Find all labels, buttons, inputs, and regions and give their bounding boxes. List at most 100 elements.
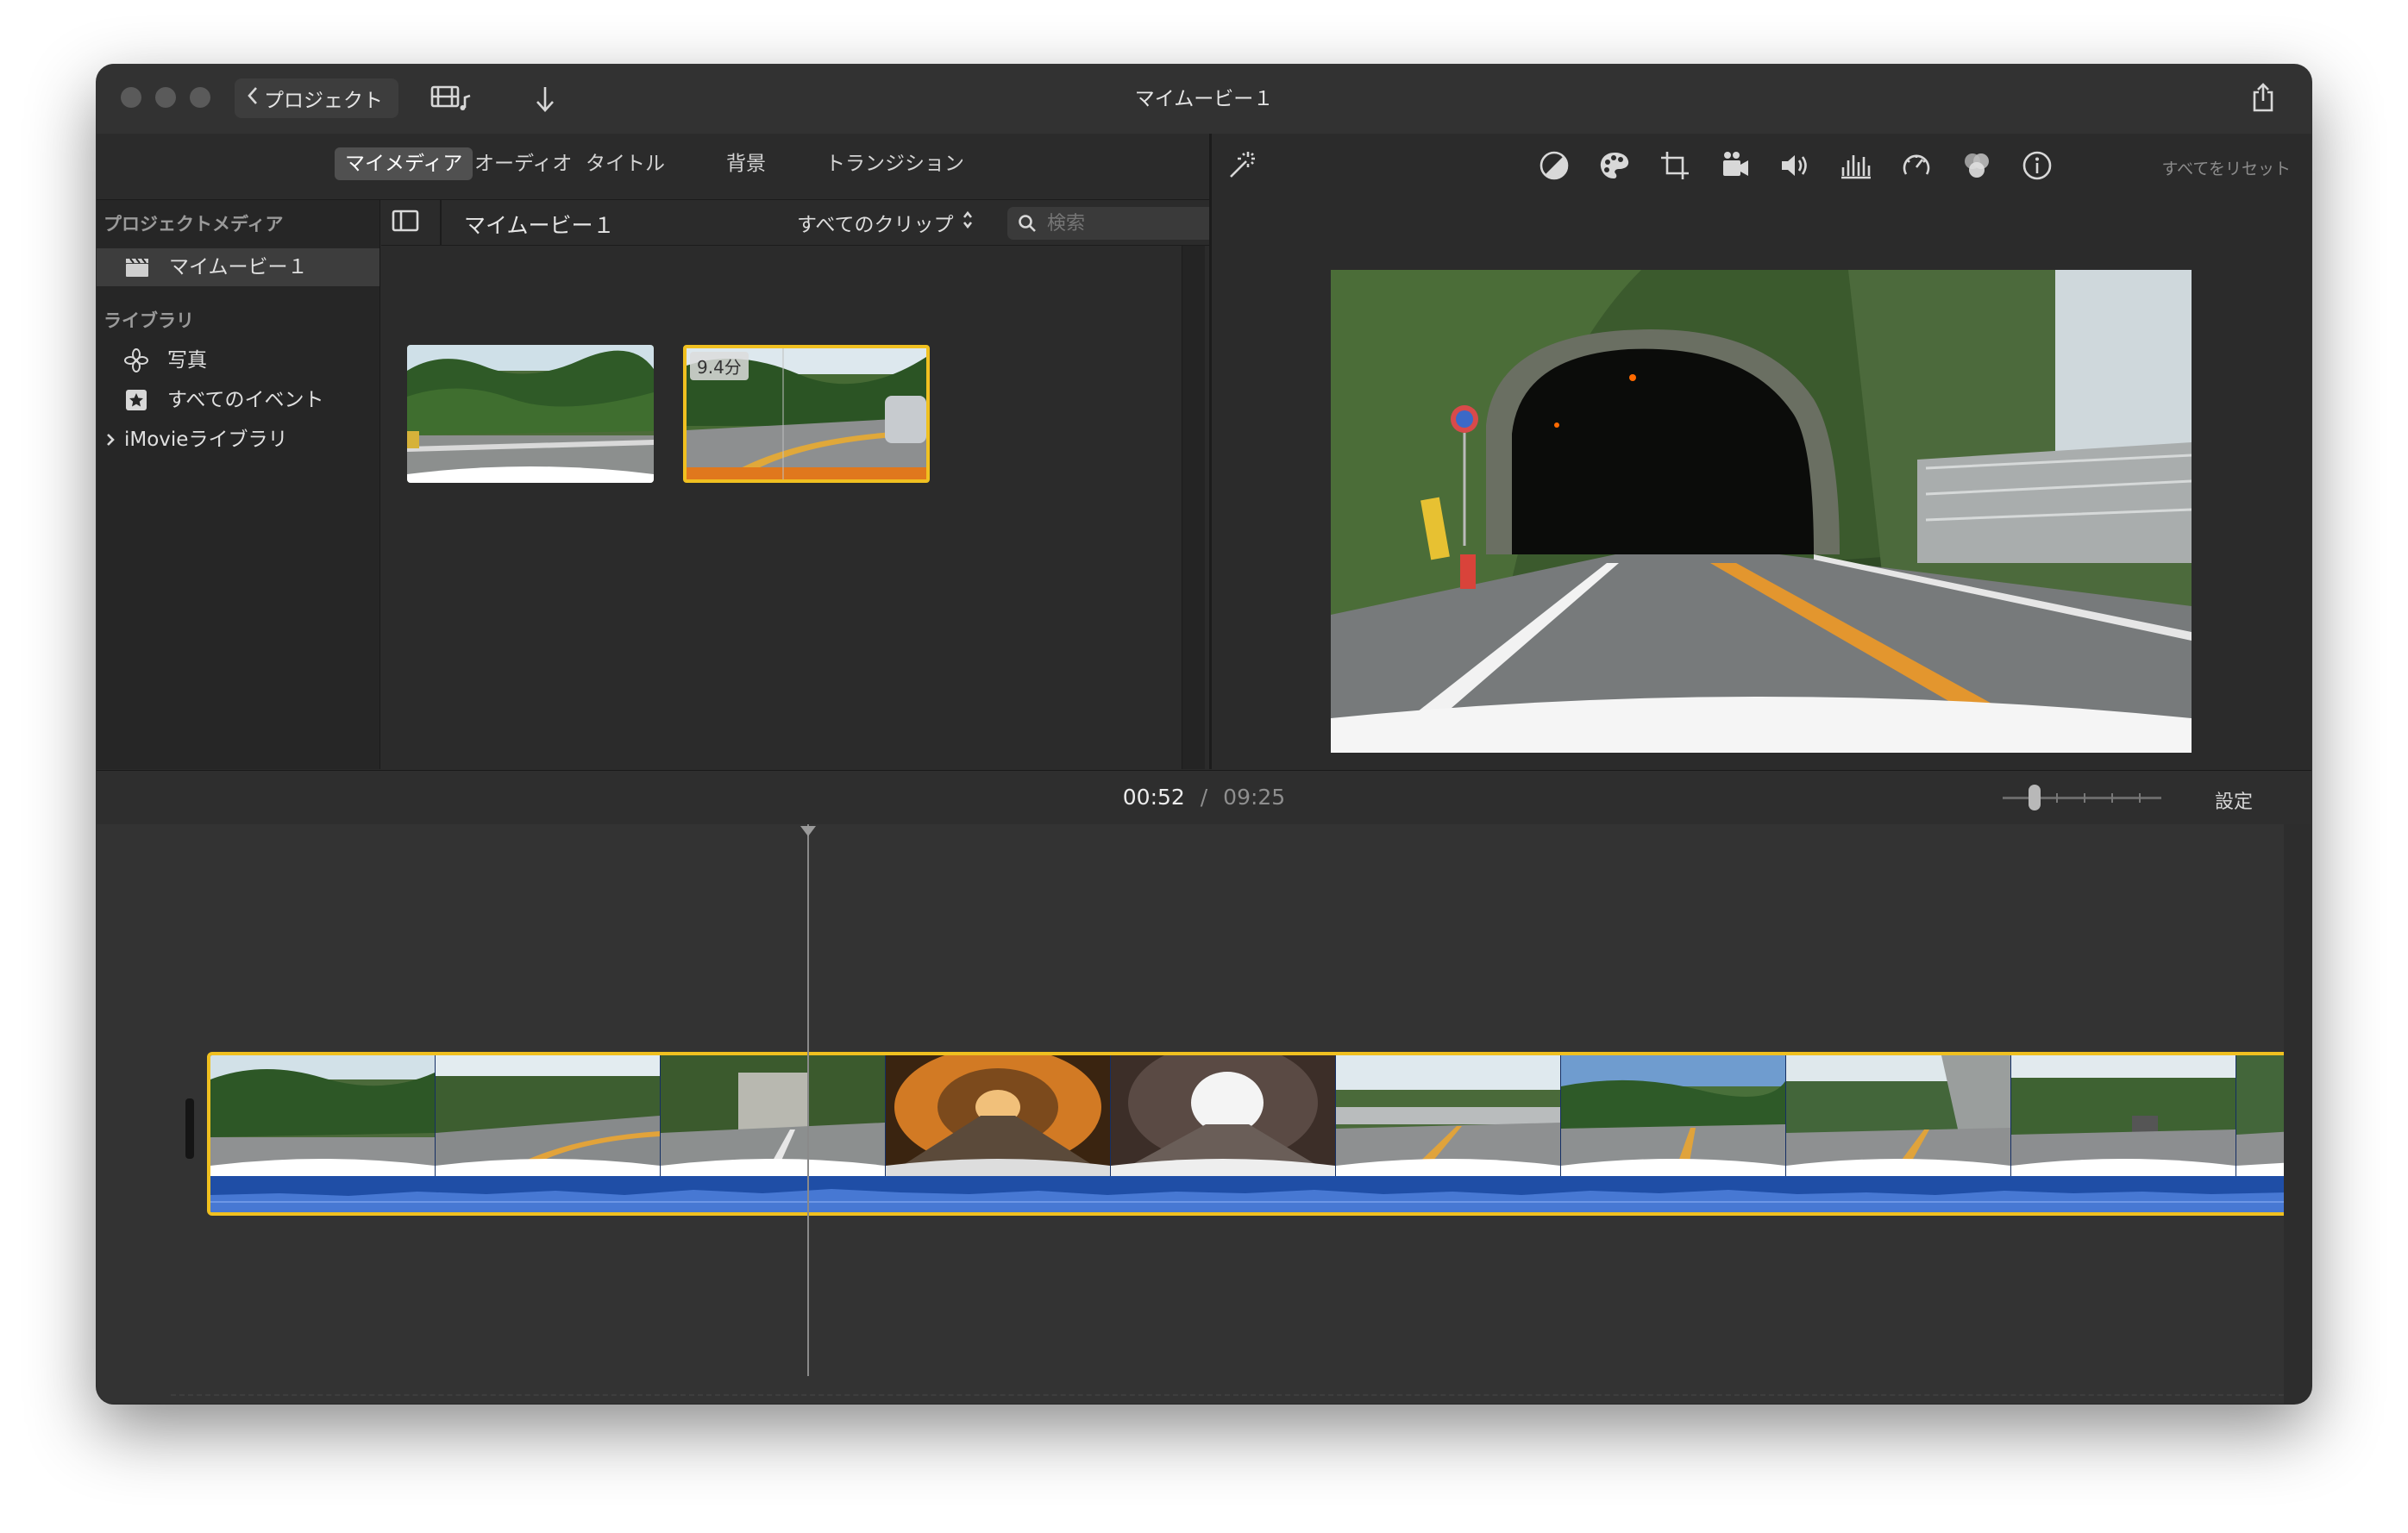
tab-titles[interactable]: タイトル [575,147,675,180]
library-sidebar: プロジェクトメディア マイムービー１ ライブラリ 写真 すべてのイベント iMo… [97,200,380,769]
current-time: 00:52 [1122,785,1185,810]
share-icon [2250,82,2276,116]
media-bar-divider [440,200,442,245]
sidebar-item-imovie-library[interactable]: iMovieライブラリ [97,421,379,459]
share-button[interactable] [2244,80,2282,118]
zoom-tick [2056,793,2058,803]
sidebar-item-photos[interactable]: 写真 [97,341,379,379]
filmstrip-frame [436,1055,661,1176]
tunnel-road-preview-image [1331,270,2192,753]
color-balance-button[interactable] [1536,149,1572,185]
disclosure-chevron-right-icon[interactable] [105,431,116,448]
playhead-marker[interactable] [800,826,816,836]
zoom-tick [2084,793,2085,803]
filmstrip-frame [886,1055,1111,1176]
video-camera-icon [1720,150,1751,185]
search-icon [1018,214,1037,233]
search-input[interactable] [1045,211,1221,235]
sidebar-item-project[interactable]: マイムービー１ [97,248,379,286]
sidebar-item-imovie-library-label: iMovieライブラリ [124,429,288,451]
filmstrip-frame [1786,1055,2011,1176]
search-field[interactable] [1007,207,1242,240]
clip-duration-badge: 9.4分 [690,352,749,380]
adjustments-toolbar: すべてをリセット [1212,134,2311,199]
up-down-chevron-icon [962,210,974,235]
timeline-settings-button[interactable]: 設定 [2215,786,2253,814]
clapperboard-icon [124,256,150,278]
filter-circles-icon [1961,150,1992,185]
filmstrip-frame [210,1055,436,1176]
speed-button[interactable] [1898,149,1935,185]
tab-audio[interactable]: オーディオ [464,147,582,180]
filmstrip-frame [661,1055,886,1176]
clip-info-button[interactable] [2019,149,2055,185]
volume-button[interactable] [1778,149,1814,185]
media-grid-scrollbar[interactable] [1182,246,1205,769]
media-title: マイムービー１ [464,213,615,238]
sidebar-toggle-icon [392,210,419,235]
palette-icon [1598,150,1631,185]
background-music-well[interactable] [171,1394,2292,1404]
timeline [97,824,2311,1404]
sidebar-toggle-button[interactable] [390,209,421,236]
video-preview[interactable] [1331,270,2192,753]
crop-button[interactable] [1657,149,1693,185]
filmstrip-frame [2236,1055,2287,1176]
sidebar-item-all-events-label: すべてのイベント [167,389,324,411]
timeline-clip[interactable] [207,1052,2291,1216]
magic-wand-icon [1226,149,1257,184]
clip-trim-handle[interactable] [185,1098,194,1159]
color-balance-icon [1539,150,1570,185]
clip-filter-label: すべてのクリップ [797,214,954,236]
music-note-icon [183,1403,207,1404]
zoom-slider-track [2003,797,2161,799]
zoom-tick [2111,793,2113,803]
media-browser-bar: マイムービー１ すべてのクリップ [381,200,1290,246]
star-icon [124,388,148,412]
road-scene-thumbnail [407,345,654,483]
photos-flower-icon [124,348,148,372]
window-title: マイムービー１ [1134,88,1274,110]
speaker-icon [1779,150,1812,185]
media-clip-thumbnail[interactable] [407,345,654,483]
time-separator: / [1200,785,1208,810]
timecode-display: 00:52 / 09:25 [97,785,2311,810]
filmstrip-frame [1336,1055,1561,1176]
sidebar-item-photos-label: 写真 [167,349,207,372]
total-time: 09:25 [1223,785,1286,810]
tab-my-media[interactable]: マイメディア [335,147,473,180]
zoom-tick [2139,793,2141,803]
media-grid: 9.4分 [381,246,1209,769]
timecode-bar: 00:52 / 09:25 設定 [97,770,2311,825]
stabilization-button[interactable] [1717,149,1753,185]
playhead[interactable] [800,824,816,1376]
reset-all-button[interactable]: すべてをリセット [2161,156,2291,179]
library-header: ライブラリ [103,310,194,331]
equalizer-icon [1840,150,1872,185]
timeline-zoom-slider[interactable] [2003,785,2161,810]
clip-filter-select[interactable]: すべてのクリップ [797,207,974,238]
speedometer-icon [1901,150,1932,185]
equalizer-button[interactable] [1838,149,1874,185]
zoom-slider-knob[interactable] [2028,785,2041,810]
sidebar-item-project-label: マイムービー１ [169,256,308,278]
clip-filmstrip [210,1055,2287,1176]
imovie-window: プロジェクト マイムービー１ マイメディア オーディオ タイトル 背景 トランジ… [97,65,2311,1404]
tab-backgrounds[interactable]: 背景 [716,147,776,180]
filmstrip-frame [1111,1055,1336,1176]
filmstrip-frame [1561,1055,1786,1176]
audio-waveform [210,1176,2287,1212]
browser-tab-bar: マイメディア オーディオ タイトル 背景 トランジション [97,134,1209,200]
color-correction-button[interactable] [1596,149,1633,185]
enhance-button[interactable] [1224,149,1258,184]
viewer [1212,200,2311,810]
project-media-header: プロジェクトメディア [103,214,284,235]
sidebar-item-all-events[interactable]: すべてのイベント [97,381,379,419]
tab-transitions[interactable]: トランジション [815,147,975,180]
title-bar: プロジェクト マイムービー１ [97,65,2311,135]
timeline-vertical-scroll-track[interactable] [2284,824,2311,1404]
media-clip-thumbnail-selected[interactable]: 9.4分 [683,345,930,483]
clip-filter-button[interactable] [1959,149,1995,185]
audio-waveform-graphic [210,1176,2287,1212]
filmstrip-frame [2011,1055,2236,1176]
